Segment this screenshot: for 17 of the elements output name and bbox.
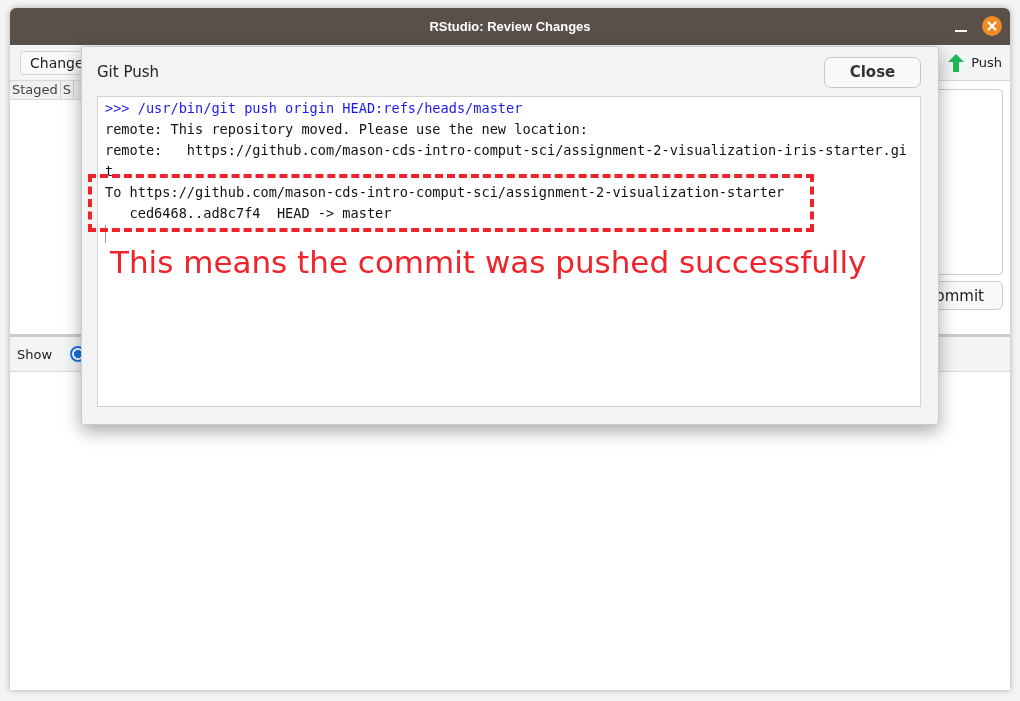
- console-line: remote: https://github.com/mason-cds-intro-comput-sci/assignment-2-visualization-iris-starter.git: [105, 141, 908, 181]
- console-line: To https://github.com/mason-cds-intro-comput-sci/assignment-2-visualization-starter: [105, 183, 786, 202]
- column-header[interactable]: Staged: [10, 81, 61, 99]
- up-arrow-icon: [948, 53, 965, 72]
- close-button[interactable]: Close: [824, 56, 921, 88]
- window-title: RStudio: Review Changes: [429, 19, 591, 34]
- console-line: >>> /usr/bin/git push origin HEAD:refs/heads/master: [105, 99, 524, 118]
- console-line: remote: This repository moved. Please use the new location:: [105, 120, 589, 139]
- minimize-icon[interactable]: [955, 29, 967, 33]
- console-line: ced6468..ad8c7f4 HEAD -> master: [128, 204, 393, 223]
- column-header[interactable]: S: [60, 81, 75, 99]
- annotation-text: This means the commit was pushed successfully: [110, 244, 868, 280]
- push-button[interactable]: Push: [948, 53, 1002, 72]
- dialog-title: Git Push: [97, 63, 160, 81]
- text-cursor: [105, 225, 106, 243]
- show-label: Show: [17, 346, 53, 362]
- close-icon[interactable]: [982, 16, 1002, 36]
